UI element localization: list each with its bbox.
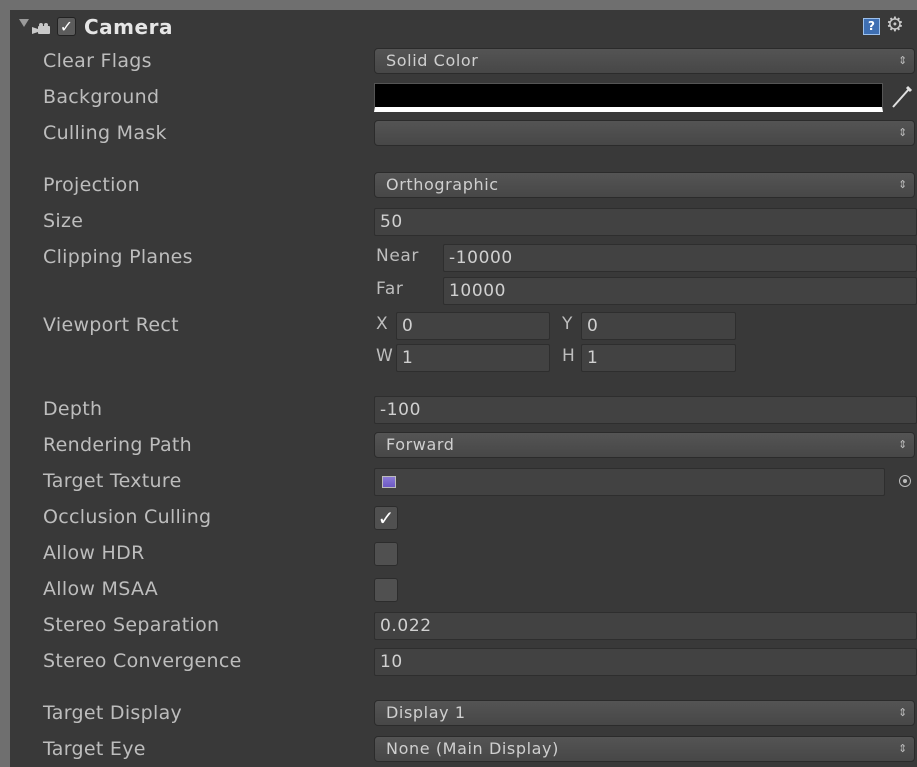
row-projection: Projection Orthographic ⇕: [10, 170, 917, 204]
row-clipping-near: Clipping Planes Near -10000: [10, 242, 917, 276]
foldout-triangle-icon[interactable]: [19, 19, 29, 27]
stereo-separation-label: Stereo Separation: [43, 614, 220, 636]
updown-arrow-icon: ⇕: [898, 706, 908, 719]
object-picker-icon[interactable]: [899, 475, 911, 487]
component-title: Camera: [84, 15, 173, 39]
row-clear-flags: Clear Flags Solid Color ⇕: [10, 46, 917, 80]
near-input[interactable]: -10000: [443, 244, 917, 272]
projection-label: Projection: [43, 174, 140, 196]
culling-mask-dropdown[interactable]: ⇕: [374, 120, 915, 146]
target-display-dropdown[interactable]: Display 1 ⇕: [374, 700, 915, 726]
size-label: Size: [43, 210, 84, 232]
updown-arrow-icon: ⇕: [898, 438, 908, 451]
clear-flags-label: Clear Flags: [43, 50, 152, 72]
rendering-path-label: Rendering Path: [43, 434, 193, 456]
camera-icon: [32, 20, 52, 42]
stereo-convergence-label: Stereo Convergence: [43, 650, 242, 672]
allow-msaa-label: Allow MSAA: [43, 578, 159, 600]
row-target-eye: Target Eye None (Main Display) ⇕: [10, 734, 917, 767]
component-header: ✓ Camera ? ⚙: [10, 10, 917, 42]
row-stereo-convergence: Stereo Convergence 10: [10, 646, 917, 680]
updown-arrow-icon: ⇕: [898, 742, 908, 755]
occlusion-culling-label: Occlusion Culling: [43, 506, 212, 528]
row-rendering-path: Rendering Path Forward ⇕: [10, 430, 917, 464]
render-texture-icon: [382, 476, 396, 488]
gear-icon[interactable]: ⚙: [886, 12, 904, 36]
row-viewport-wh: W 1 H 1: [10, 342, 917, 376]
viewport-w-label: W: [376, 346, 394, 366]
row-target-texture: Target Texture: [10, 466, 917, 500]
target-eye-label: Target Eye: [43, 738, 146, 760]
occlusion-culling-checkbox[interactable]: ✓: [374, 506, 398, 530]
viewport-y-label: Y: [562, 314, 573, 334]
depth-input[interactable]: -100: [374, 396, 917, 424]
stereo-separation-input[interactable]: 0.022: [374, 612, 917, 640]
row-stereo-separation: Stereo Separation 0.022: [10, 610, 917, 644]
projection-value: Orthographic: [386, 175, 499, 194]
camera-inspector-panel: ✓ Camera ? ⚙ Clear Flags Solid Color ⇕ B…: [10, 10, 917, 767]
row-allow-hdr: Allow HDR: [10, 538, 917, 572]
rendering-path-dropdown[interactable]: Forward ⇕: [374, 432, 915, 458]
depth-label: Depth: [43, 398, 103, 420]
viewport-w-input[interactable]: 1: [396, 344, 550, 372]
rendering-path-value: Forward: [386, 435, 455, 454]
clipping-planes-label: Clipping Planes: [43, 246, 193, 268]
updown-arrow-icon: ⇕: [898, 54, 908, 67]
projection-dropdown[interactable]: Orthographic ⇕: [374, 172, 915, 198]
updown-arrow-icon: ⇕: [898, 126, 908, 139]
row-allow-msaa: Allow MSAA: [10, 574, 917, 608]
allow-msaa-checkbox[interactable]: [374, 578, 398, 602]
stereo-convergence-input[interactable]: 10: [374, 648, 917, 676]
viewport-x-input[interactable]: 0: [396, 312, 550, 340]
clear-flags-value: Solid Color: [386, 51, 479, 70]
viewport-h-input[interactable]: 1: [581, 344, 736, 372]
eyedropper-icon[interactable]: [890, 84, 914, 115]
target-display-value: Display 1: [386, 703, 466, 722]
target-eye-value: None (Main Display): [386, 739, 559, 758]
background-color-field[interactable]: [374, 83, 883, 112]
allow-hdr-checkbox[interactable]: [374, 542, 398, 566]
culling-mask-label: Culling Mask: [43, 122, 167, 144]
viewport-h-label: H: [562, 346, 576, 366]
viewport-x-label: X: [376, 314, 389, 334]
far-label: Far: [376, 279, 404, 299]
component-enabled-checkbox[interactable]: ✓: [57, 17, 76, 36]
clear-flags-dropdown[interactable]: Solid Color ⇕: [374, 48, 915, 74]
far-input[interactable]: 10000: [443, 277, 917, 305]
target-texture-label: Target Texture: [43, 470, 182, 492]
help-icon[interactable]: ?: [863, 18, 880, 35]
target-display-label: Target Display: [43, 702, 183, 724]
viewport-rect-label: Viewport Rect: [43, 314, 179, 336]
near-label: Near: [376, 246, 419, 266]
allow-hdr-label: Allow HDR: [43, 542, 145, 564]
row-size: Size 50: [10, 206, 917, 240]
viewport-y-input[interactable]: 0: [581, 312, 736, 340]
row-target-display: Target Display Display 1 ⇕: [10, 698, 917, 732]
background-label: Background: [43, 86, 160, 108]
target-texture-field[interactable]: [374, 468, 885, 496]
row-depth: Depth -100: [10, 394, 917, 428]
updown-arrow-icon: ⇕: [898, 178, 908, 191]
row-clipping-far: Far 10000: [10, 275, 917, 309]
size-input[interactable]: 50: [374, 208, 917, 236]
target-eye-dropdown[interactable]: None (Main Display) ⇕: [374, 736, 915, 762]
row-viewport-xy: Viewport Rect X 0 Y 0: [10, 310, 917, 344]
row-occlusion-culling: Occlusion Culling ✓: [10, 502, 917, 536]
row-culling-mask: Culling Mask ⇕: [10, 118, 917, 152]
row-background: Background: [10, 82, 917, 116]
